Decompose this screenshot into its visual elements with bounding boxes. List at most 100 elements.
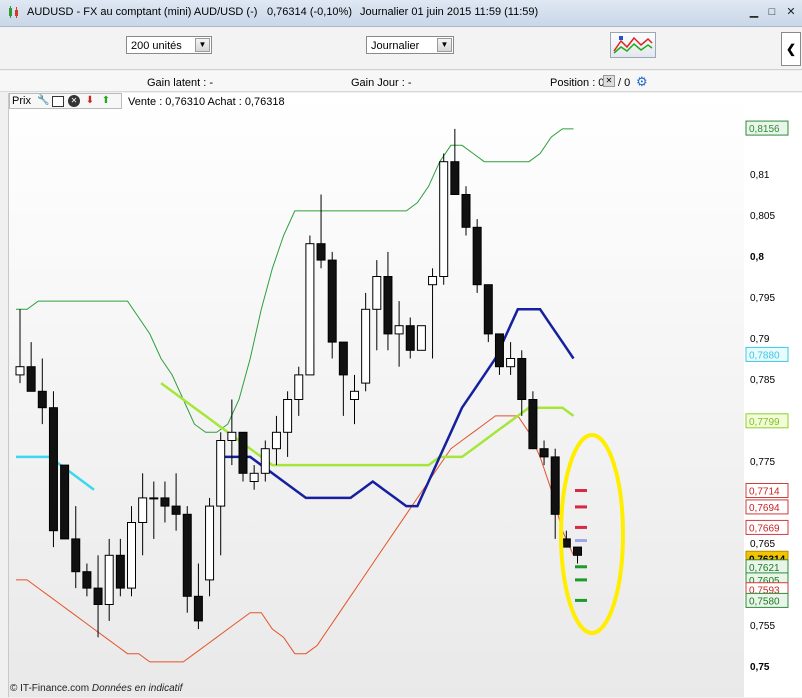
position-info-bar: Gain latent : - Gain Jour : - Position :… <box>0 71 802 92</box>
position-value: / 0 <box>618 77 631 89</box>
window-icon[interactable] <box>52 96 64 107</box>
candle-body <box>26 366 36 392</box>
y-tick-label: 0,805 <box>750 211 775 222</box>
value-label: 0,7714 <box>749 487 780 498</box>
candle-body <box>506 358 516 368</box>
units-select-value: 200 unités <box>131 40 182 52</box>
candle-body <box>539 448 549 458</box>
candle-body <box>48 407 58 532</box>
chevron-down-icon[interactable]: ▼ <box>437 38 452 52</box>
footer: © IT-Finance.com Données en indicatif <box>10 683 182 694</box>
wrench-icon[interactable]: 🔧 <box>37 95 49 107</box>
title-bar: AUDUSD - FX au comptant (mini) AUD/USD (… <box>0 0 802 27</box>
signals-chart-icon <box>613 36 653 54</box>
candle-body <box>138 497 148 523</box>
trading-signals-button[interactable] <box>610 32 656 58</box>
period-info: Journalier 01 juin 2015 11:59 (11:59) <box>360 6 539 18</box>
candle-body <box>238 431 248 474</box>
y-tick-label: 0,785 <box>750 375 775 386</box>
candle-body <box>82 571 92 589</box>
candle-body <box>127 522 136 589</box>
y-tick-label: 0,765 <box>750 539 775 550</box>
candle-body <box>461 194 471 228</box>
position-label: Position : 0 <box>550 77 605 89</box>
candle-body <box>439 161 449 277</box>
candle-body <box>93 587 103 606</box>
bollinger-lower-band <box>16 415 574 663</box>
candle-body <box>193 595 203 622</box>
price-change: 0,76314 (-0,10%) <box>267 6 352 18</box>
maximize-icon[interactable]: □ <box>765 5 779 19</box>
candle-body <box>205 505 215 581</box>
candle-body <box>115 554 125 589</box>
candle-body <box>472 226 482 286</box>
signal-marker <box>575 539 587 543</box>
candle-body <box>316 243 326 261</box>
y-tick-label: 0,79 <box>750 334 770 345</box>
value-label: 0,7621 <box>749 563 780 574</box>
candle-body <box>494 333 504 368</box>
down-arrow-icon[interactable]: ⬇ <box>84 95 96 107</box>
candle-body <box>338 341 348 376</box>
close-icon[interactable]: ✕ <box>68 95 80 107</box>
candle-body <box>450 161 460 195</box>
signal-marker <box>575 565 587 569</box>
candle-body <box>37 390 47 409</box>
period-select[interactable]: Journalier ▼ <box>366 36 454 54</box>
chart-toolbar: Prix 🔧 ✕ ⬇ ⬆ <box>9 93 122 109</box>
candle-body <box>216 440 226 507</box>
candle-body <box>483 284 493 335</box>
value-label: 0,8156 <box>749 124 780 135</box>
footer-note: Données en indicatif <box>91 683 183 694</box>
value-label: 0,7799 <box>749 417 780 428</box>
close-icon[interactable]: ✕ <box>784 5 798 19</box>
candle-body <box>305 243 315 376</box>
period-select-value: Journalier <box>371 40 420 52</box>
value-label: 0,7880 <box>749 350 780 361</box>
price-axis-svg: 0,81 0,805 0,8 0,795 0,79 0,785 0,775 0,765 0,75… <box>745 120 789 673</box>
up-arrow-icon[interactable]: ⬆ <box>100 95 112 107</box>
candle-body <box>327 259 337 343</box>
candle-body <box>227 431 237 441</box>
y-tick-label: 0,75 <box>750 662 770 673</box>
candle-body <box>550 456 560 515</box>
y-tick-label: 0,755 <box>750 621 775 632</box>
candle-body <box>361 308 371 384</box>
toolbar: 200 unités ▼ Journalier ▼ <box>0 27 802 70</box>
highlight-ellipse <box>559 433 625 635</box>
signal-marker <box>575 598 587 602</box>
candle-body <box>71 538 81 573</box>
candlestick-app-icon <box>7 5 21 19</box>
chevron-down-icon[interactable]: ▼ <box>195 38 210 52</box>
moving-average-fast <box>216 308 575 508</box>
y-tick-label: 0,795 <box>750 293 775 304</box>
units-select[interactable]: 200 unités ▼ <box>126 36 212 54</box>
y-tick-label: 0,81 <box>750 170 770 181</box>
candle-body <box>350 390 359 400</box>
candle-body <box>405 325 415 351</box>
position-close-icon[interactable]: ✕ <box>603 75 615 87</box>
candle-body <box>182 513 192 597</box>
minimize-icon[interactable]: ▁ <box>747 5 761 19</box>
candle-body <box>171 505 181 515</box>
panel-collapse-button[interactable]: ❮ <box>781 32 801 66</box>
footer-brand: © IT-Finance.com <box>10 683 90 694</box>
candle-body <box>260 448 270 474</box>
candle-body <box>15 366 25 376</box>
value-label: 0,7694 <box>749 503 780 514</box>
y-tick-label: 0,775 <box>750 457 775 468</box>
candle-body <box>428 276 438 286</box>
price-chart-svg[interactable] <box>9 93 744 697</box>
signal-marker <box>575 578 587 582</box>
gear-icon[interactable]: ⚙ <box>636 74 648 90</box>
candle-body <box>383 276 393 335</box>
candle-body <box>561 538 571 548</box>
candle-body <box>372 276 382 310</box>
value-label: 0,7580 <box>749 596 780 607</box>
price-chart[interactable] <box>8 93 745 697</box>
bid-ask-quote: Vente : 0,76310 Achat : 0,76318 <box>128 96 285 108</box>
gain-latent: Gain latent : - <box>147 77 214 89</box>
window-title: AUDUSD - FX au comptant (mini) AUD/USD (… <box>27 6 258 18</box>
price-axis[interactable]: 0,81 0,805 0,8 0,795 0,79 0,785 0,775 0,765 0,75… <box>744 93 802 697</box>
candle-body <box>573 546 582 556</box>
